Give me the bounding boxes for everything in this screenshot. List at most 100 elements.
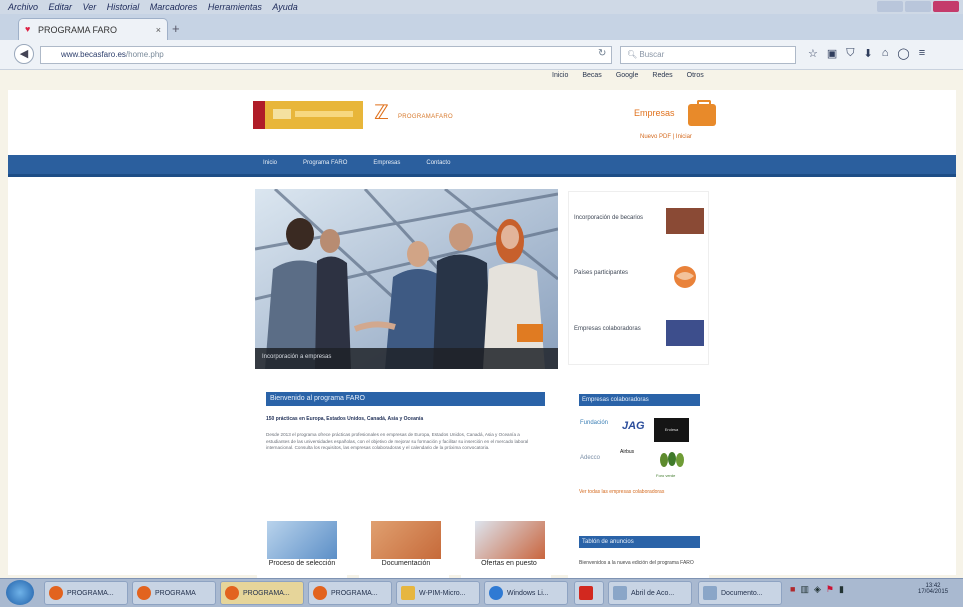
menu-icon[interactable]: ≡ bbox=[919, 47, 925, 60]
shield-icon[interactable]: ⛉ bbox=[846, 47, 854, 60]
partner-logo[interactable]: Fundación bbox=[580, 420, 608, 426]
pdf-taskbar-button[interactable] bbox=[574, 581, 604, 605]
taskbar-button[interactable]: Abril de Aco... bbox=[608, 581, 692, 605]
taskbar-button-active[interactable]: PROGRAMA... bbox=[220, 581, 304, 605]
menu-historial[interactable]: Historial bbox=[107, 0, 140, 14]
hero-next-button[interactable] bbox=[517, 324, 543, 342]
url-bar[interactable]: www.becasfaro.es/home.php bbox=[40, 46, 612, 64]
nav-contacto[interactable]: Contacto bbox=[426, 160, 450, 166]
tray-app-icon[interactable]: ■ bbox=[790, 584, 795, 595]
partner-logo[interactable]: Airbus bbox=[620, 449, 634, 455]
network-icon[interactable]: ▥ bbox=[800, 584, 809, 595]
battery-icon[interactable]: ▮ bbox=[839, 584, 844, 595]
menu-bar: Archivo Editar Ver Historial Marcadores … bbox=[0, 0, 963, 14]
main-nav-bar bbox=[8, 155, 956, 177]
faro-logo-icon[interactable]: ℤ bbox=[374, 100, 389, 125]
messenger-icon bbox=[489, 586, 503, 600]
account-links[interactable]: Nuevo PDF | Iniciar bbox=[640, 134, 692, 140]
minimize-button[interactable] bbox=[877, 1, 903, 12]
close-tab-icon[interactable]: × bbox=[156, 25, 161, 35]
nav-inicio[interactable]: Inicio bbox=[263, 160, 277, 166]
chat-icon[interactable]: ◯ bbox=[897, 47, 909, 60]
firefox-icon bbox=[137, 586, 151, 600]
card-label[interactable]: Ofertas en puesto bbox=[470, 560, 548, 567]
favicon-icon: ♥ bbox=[25, 24, 31, 34]
reload-icon[interactable]: ↻ bbox=[598, 48, 606, 59]
bookmarks-bar: Inicio Becas Google Redes Otros bbox=[552, 72, 704, 79]
search-placeholder: Buscar bbox=[639, 50, 665, 59]
volume-icon[interactable]: ◈ bbox=[814, 584, 821, 595]
close-window-button[interactable] bbox=[933, 1, 959, 12]
menu-ayuda[interactable]: Ayuda bbox=[272, 0, 297, 14]
menu-archivo[interactable]: Archivo bbox=[8, 0, 38, 14]
folder-icon bbox=[401, 586, 415, 600]
document-icon bbox=[613, 586, 627, 600]
notice-board bbox=[568, 522, 709, 578]
sidebar-item-paises[interactable]: Países participantes bbox=[574, 270, 628, 276]
clock-date: 17/04/2015 bbox=[918, 589, 949, 595]
maximize-button[interactable] bbox=[905, 1, 931, 12]
star-icon[interactable]: ☆ bbox=[808, 47, 818, 60]
tab-programa-faro[interactable]: ♥ PROGRAMA FARO × bbox=[18, 18, 168, 40]
sidebar-item-empresas[interactable]: Empresas colaboradoras bbox=[574, 326, 641, 332]
nav-programa-faro[interactable]: Programa FARO bbox=[303, 160, 347, 166]
new-tab-button[interactable]: + bbox=[172, 22, 186, 36]
taskbar-button[interactable]: PROGRAMA... bbox=[308, 581, 392, 605]
partner-logo[interactable]: JAG bbox=[622, 420, 645, 432]
home-icon[interactable]: ⌂ bbox=[882, 47, 889, 60]
taskbar-button[interactable]: W-PIM-Micro... bbox=[396, 581, 480, 605]
firefox-icon bbox=[49, 586, 63, 600]
empresas-label[interactable]: Empresas bbox=[634, 108, 675, 118]
partners-link[interactable]: Ver todas las empresas colaboradoras bbox=[579, 489, 664, 495]
leaf-logo-icon[interactable] bbox=[656, 451, 688, 469]
government-logo[interactable] bbox=[253, 101, 363, 129]
partner-logo[interactable]: Endesa bbox=[654, 418, 689, 442]
welcome-subtitle: 150 prácticas en Europa, Estados Unidos,… bbox=[266, 416, 424, 422]
taskbar-clock[interactable]: 13:42 17/04/2015 bbox=[918, 583, 948, 595]
handshake-icon[interactable] bbox=[666, 208, 704, 234]
document-icon bbox=[703, 586, 717, 600]
briefcase-icon[interactable] bbox=[688, 100, 716, 126]
search-icon: 🔍︎ bbox=[627, 50, 640, 59]
partner-logo[interactable]: Foro verde bbox=[656, 473, 675, 478]
search-input[interactable]: 🔍︎ Buscar bbox=[620, 46, 796, 64]
start-button[interactable] bbox=[6, 580, 34, 605]
card-label[interactable]: Proceso de selección bbox=[263, 560, 341, 567]
sidebar-item-incorporacion[interactable]: Incorporación de becarios bbox=[574, 215, 643, 221]
download-icon[interactable]: ⬇ bbox=[864, 47, 873, 60]
partners-title: Empresas colaboradoras bbox=[579, 394, 700, 406]
faro-logo-text[interactable]: PROGRAMAFARO bbox=[398, 114, 453, 120]
nav-empresas[interactable]: Empresas bbox=[373, 160, 400, 166]
bookmark-item[interactable]: Otros bbox=[687, 72, 704, 79]
business-handshake-photo bbox=[255, 189, 558, 369]
clipboard-icon[interactable]: ▣ bbox=[827, 47, 837, 60]
bookmark-item[interactable]: Redes bbox=[652, 72, 672, 79]
flag-icon[interactable]: ⚑ bbox=[826, 584, 834, 595]
url-path: /home.php bbox=[125, 50, 164, 59]
main-nav: Inicio Programa FARO Empresas Contacto bbox=[263, 160, 450, 166]
bookmark-item[interactable]: Becas bbox=[582, 72, 601, 79]
hero-image[interactable] bbox=[255, 189, 558, 369]
hero-caption[interactable]: Incorporación a empresas bbox=[262, 354, 331, 360]
firefox-icon bbox=[313, 586, 327, 600]
menu-ver[interactable]: Ver bbox=[83, 0, 97, 14]
people-icon[interactable] bbox=[666, 320, 704, 346]
welcome-title: Bienvenido al programa FARO bbox=[266, 392, 545, 406]
window-controls bbox=[877, 1, 959, 12]
bookmark-item[interactable]: Inicio bbox=[552, 72, 568, 79]
taskbar-button[interactable]: Documento... bbox=[698, 581, 782, 605]
taskbar-button[interactable]: Windows Li... bbox=[484, 581, 568, 605]
globe-icon[interactable] bbox=[666, 264, 704, 290]
notice-board-text[interactable]: Bienvenidos a la nueva edición del progr… bbox=[579, 560, 694, 566]
menu-editar[interactable]: Editar bbox=[49, 0, 73, 14]
taskbar-button[interactable]: PROGRAMA... bbox=[44, 581, 128, 605]
taskbar-button[interactable]: PROGRAMA bbox=[132, 581, 216, 605]
bookmark-item[interactable]: Google bbox=[616, 72, 639, 79]
back-button[interactable]: ◀ bbox=[14, 44, 34, 64]
card-label[interactable]: Documentación bbox=[367, 560, 445, 567]
partner-logo[interactable]: Adecco bbox=[580, 455, 600, 461]
menu-herramientas[interactable]: Herramientas bbox=[208, 0, 262, 14]
url-site: www.becasfaro.es bbox=[61, 50, 126, 59]
menu-marcadores[interactable]: Marcadores bbox=[150, 0, 198, 14]
pdf-icon bbox=[579, 586, 593, 600]
